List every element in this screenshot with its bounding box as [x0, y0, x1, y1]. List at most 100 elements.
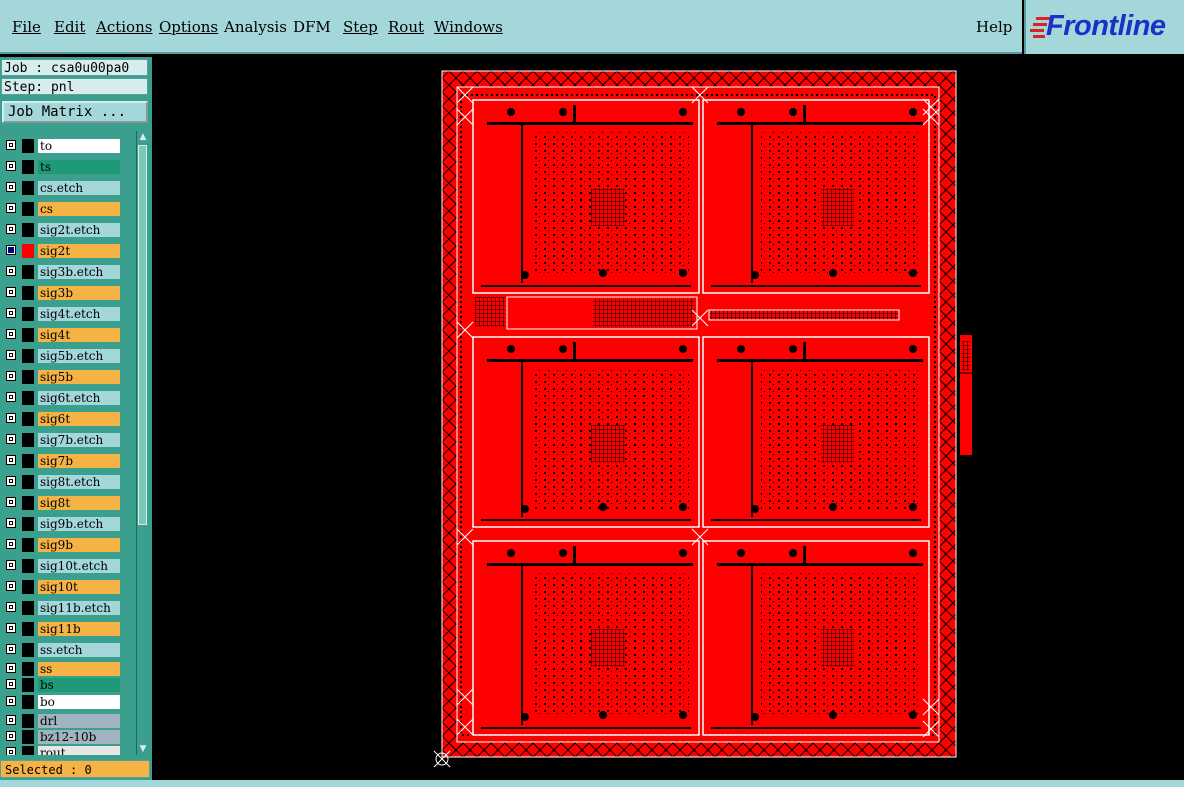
layer-checkbox[interactable]	[6, 518, 16, 528]
layer-color-swatch[interactable]	[22, 601, 34, 615]
layer-row-sig2t[interactable]: sig2t	[2, 244, 132, 258]
layer-row-rout[interactable]: rout	[2, 746, 132, 755]
layer-checkbox[interactable]	[6, 623, 16, 633]
layer-color-swatch[interactable]	[22, 202, 34, 216]
layer-name[interactable]: bo	[38, 694, 120, 709]
layer-checkbox[interactable]	[6, 287, 16, 297]
layer-row-cs[interactable]: cs	[2, 202, 132, 216]
layer-row-drl[interactable]: drl	[2, 714, 132, 728]
layer-scrollbar[interactable]: ▲ ▼	[136, 131, 149, 755]
layer-checkbox[interactable]	[6, 644, 16, 654]
layer-checkbox[interactable]	[6, 140, 16, 150]
layer-name[interactable]: sig3b	[38, 286, 120, 300]
layer-color-swatch[interactable]	[22, 286, 34, 300]
layer-name[interactable]: sig8t.etch	[38, 475, 120, 489]
layer-name[interactable]: sig3b.etch	[38, 265, 120, 279]
layer-color-swatch[interactable]	[22, 622, 34, 636]
layer-color-swatch[interactable]	[22, 643, 34, 657]
menu-windows[interactable]: Windows	[434, 18, 503, 36]
scroll-down-icon[interactable]: ▼	[138, 743, 148, 755]
layer-name[interactable]: sig11b	[38, 622, 120, 636]
layer-color-swatch[interactable]	[22, 244, 34, 258]
layer-name[interactable]: sig2t.etch	[38, 223, 120, 237]
layer-checkbox[interactable]	[6, 245, 16, 255]
layer-name[interactable]: sig7b.etch	[38, 433, 120, 447]
layer-name[interactable]: drl	[38, 714, 120, 728]
layer-row-bz12-10b[interactable]: bz12-10b	[2, 730, 132, 744]
job-matrix-button[interactable]: Job Matrix ...	[2, 101, 148, 123]
layer-checkbox[interactable]	[6, 350, 16, 360]
layer-checkbox[interactable]	[6, 695, 16, 706]
pcb-panel[interactable]	[441, 70, 957, 758]
layer-color-swatch[interactable]	[22, 678, 34, 692]
layer-name[interactable]: rout	[38, 746, 120, 755]
layer-color-swatch[interactable]	[22, 746, 34, 755]
layer-color-swatch[interactable]	[22, 496, 34, 510]
layer-name[interactable]: sig10t	[38, 580, 120, 594]
layer-row-sig11b-etch[interactable]: sig11b.etch	[2, 601, 132, 615]
layer-color-swatch[interactable]	[22, 661, 34, 676]
layer-checkbox[interactable]	[6, 413, 16, 423]
layer-color-swatch[interactable]	[22, 475, 34, 489]
menu-options[interactable]: Options	[159, 18, 218, 36]
layer-checkbox[interactable]	[6, 476, 16, 486]
layer-row-ts[interactable]: ts	[2, 160, 132, 174]
layer-name[interactable]: sig11b.etch	[38, 601, 120, 615]
layer-row-sig4t-etch[interactable]: sig4t.etch	[2, 307, 132, 321]
layer-name[interactable]: sig6t.etch	[38, 391, 120, 405]
layer-name[interactable]: ss.etch	[38, 643, 120, 657]
layer-name[interactable]: sig6t	[38, 412, 120, 426]
layer-row-sig11b[interactable]: sig11b	[2, 622, 132, 636]
layer-color-swatch[interactable]	[22, 694, 34, 709]
layer-color-swatch[interactable]	[22, 580, 34, 594]
layer-color-swatch[interactable]	[22, 559, 34, 573]
layer-name[interactable]: cs.etch	[38, 181, 120, 195]
layer-row-sig3b-etch[interactable]: sig3b.etch	[2, 265, 132, 279]
menu-analysis[interactable]: Analysis	[224, 18, 287, 36]
layer-row-sig6t-etch[interactable]: sig6t.etch	[2, 391, 132, 405]
layer-row-sig6t[interactable]: sig6t	[2, 412, 132, 426]
layer-name[interactable]: sig5b	[38, 370, 120, 384]
scroll-up-icon[interactable]: ▲	[138, 131, 148, 143]
layer-color-swatch[interactable]	[22, 454, 34, 468]
layer-row-to[interactable]: to	[2, 139, 132, 153]
layer-row-sig2t-etch[interactable]: sig2t.etch	[2, 223, 132, 237]
layer-row-sig3b[interactable]: sig3b	[2, 286, 132, 300]
layer-name[interactable]: ss	[38, 661, 120, 676]
layer-name[interactable]: to	[38, 139, 120, 153]
layer-color-swatch[interactable]	[22, 370, 34, 384]
layer-checkbox[interactable]	[6, 662, 16, 673]
layer-checkbox[interactable]	[6, 182, 16, 192]
layer-row-sig5b[interactable]: sig5b	[2, 370, 132, 384]
layer-checkbox[interactable]	[6, 581, 16, 591]
layer-row-sig10t-etch[interactable]: sig10t.etch	[2, 559, 132, 573]
layer-name[interactable]: bs	[38, 678, 120, 692]
menu-edit[interactable]: Edit	[54, 18, 85, 36]
layer-row-sig5b-etch[interactable]: sig5b.etch	[2, 349, 132, 363]
layer-checkbox[interactable]	[6, 539, 16, 549]
layer-color-swatch[interactable]	[22, 730, 34, 744]
layer-row-sig9b-etch[interactable]: sig9b.etch	[2, 517, 132, 531]
layer-name[interactable]: cs	[38, 202, 120, 216]
layer-checkbox[interactable]	[6, 679, 16, 689]
menu-file[interactable]: File	[12, 18, 41, 36]
layer-color-swatch[interactable]	[22, 160, 34, 174]
layer-checkbox[interactable]	[6, 715, 16, 725]
layer-color-swatch[interactable]	[22, 307, 34, 321]
layer-checkbox[interactable]	[6, 455, 16, 465]
layer-name[interactable]: sig5b.etch	[38, 349, 120, 363]
layer-checkbox[interactable]	[6, 434, 16, 444]
layer-color-swatch[interactable]	[22, 391, 34, 405]
graphics-canvas[interactable]	[155, 57, 1184, 780]
menu-help[interactable]: Help	[976, 18, 1012, 36]
layer-row-sig8t[interactable]: sig8t	[2, 496, 132, 510]
layer-color-swatch[interactable]	[22, 223, 34, 237]
layer-checkbox[interactable]	[6, 161, 16, 171]
layer-color-swatch[interactable]	[22, 517, 34, 531]
layer-checkbox[interactable]	[6, 266, 16, 276]
layer-name[interactable]: ts	[38, 160, 120, 174]
layer-row-sig10t[interactable]: sig10t	[2, 580, 132, 594]
layer-checkbox[interactable]	[6, 602, 16, 612]
scroll-thumb[interactable]	[138, 145, 147, 525]
layer-color-swatch[interactable]	[22, 433, 34, 447]
